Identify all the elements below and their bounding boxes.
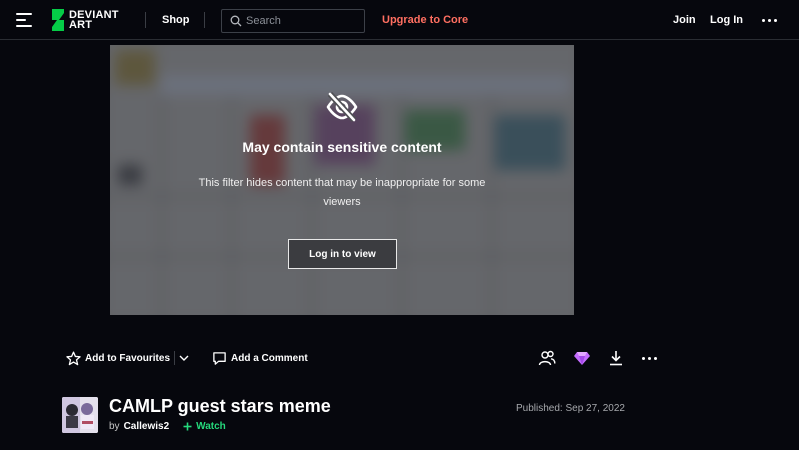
download-icon[interactable] (607, 349, 625, 367)
logo-wordmark: DEVIANT ART (69, 9, 119, 31)
log-in-to-view-button[interactable]: Log in to view (288, 239, 397, 269)
upgrade-to-core-link[interactable]: Upgrade to Core (382, 14, 468, 26)
join-link[interactable]: Join (673, 14, 696, 26)
gem-icon[interactable] (573, 349, 591, 367)
comment-icon (213, 351, 226, 365)
add-a-comment-button[interactable]: Add a Comment (212, 349, 308, 367)
watch-button[interactable]: Watch (183, 421, 226, 432)
search-icon (230, 15, 242, 27)
login-link[interactable]: Log In (710, 14, 743, 26)
menu-icon[interactable] (16, 13, 32, 27)
deviantart-mark-icon (52, 9, 64, 31)
chevron-down-icon[interactable] (178, 352, 190, 364)
top-navigation-bar: DEVIANT ART Shop Upgrade to Core Join Lo… (0, 0, 799, 40)
deviation-stage: May contain sensitive content This filte… (0, 41, 685, 331)
divider (174, 351, 175, 365)
favourite-label: Add to Favourites (85, 352, 171, 364)
deviantart-logo[interactable]: DEVIANT ART (51, 9, 119, 31)
avatar[interactable] (62, 397, 98, 433)
deviation-title: CAMLP guest stars meme (109, 396, 331, 416)
shop-link[interactable]: Shop (162, 14, 190, 26)
blurred-artwork-preview: May contain sensitive content This filte… (110, 45, 574, 315)
author-avatar-image (62, 397, 98, 433)
by-label: by (109, 421, 120, 432)
byline: by Callewis2 Watch (109, 421, 226, 432)
plus-icon (183, 422, 192, 431)
search-box[interactable] (221, 9, 365, 33)
more-options-icon[interactable] (762, 12, 778, 28)
more-actions-icon[interactable] (642, 349, 658, 367)
comment-label: Add a Comment (231, 352, 308, 364)
eye-slash-icon (326, 92, 358, 122)
sensitive-content-title: May contain sensitive content (242, 139, 442, 155)
divider (145, 12, 146, 28)
star-icon (66, 350, 81, 365)
author-link[interactable]: Callewis2 (124, 421, 170, 432)
add-to-favourites-button[interactable]: Add to Favourites (66, 349, 170, 367)
published-date: Published: Sep 27, 2022 (516, 403, 625, 414)
people-icon[interactable] (538, 349, 556, 367)
search-input[interactable] (246, 10, 362, 32)
sensitive-content-description: This filter hides content that may be in… (198, 177, 486, 208)
divider (204, 12, 205, 28)
watch-label: Watch (196, 421, 226, 432)
